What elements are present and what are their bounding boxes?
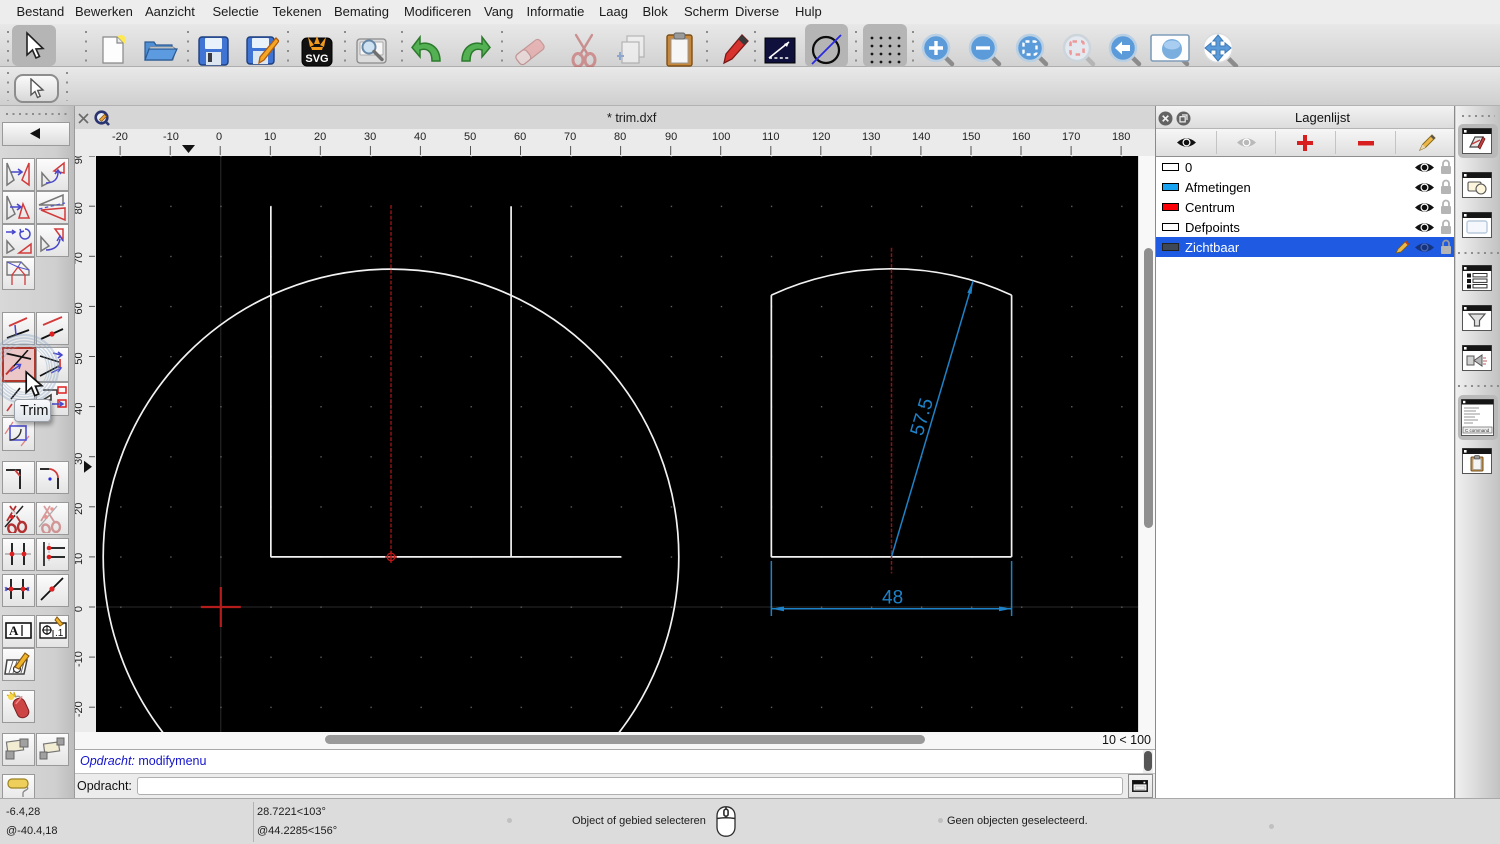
svg-text:A: A <box>9 623 19 638</box>
svg-text:40: 40 <box>75 402 85 414</box>
svg-text:-20: -20 <box>75 701 85 717</box>
svg-text:80: 80 <box>75 202 85 214</box>
svg-text:.1: .1 <box>55 628 64 639</box>
svg-text:10: 10 <box>75 552 85 564</box>
svg-text:50: 50 <box>75 352 85 364</box>
svg-text:0: 0 <box>75 605 85 611</box>
svg-text:-10: -10 <box>75 651 85 667</box>
svg-text:48: 48 <box>882 587 903 608</box>
svg-text:30: 30 <box>75 452 85 464</box>
svg-text:90: 90 <box>75 156 85 164</box>
svg-text:60: 60 <box>75 302 85 314</box>
svg-text:70: 70 <box>75 252 85 264</box>
svg-text:C command: C command <box>1465 428 1490 433</box>
svg-text:SVG: SVG <box>305 53 328 65</box>
svg-text:20: 20 <box>75 502 85 514</box>
